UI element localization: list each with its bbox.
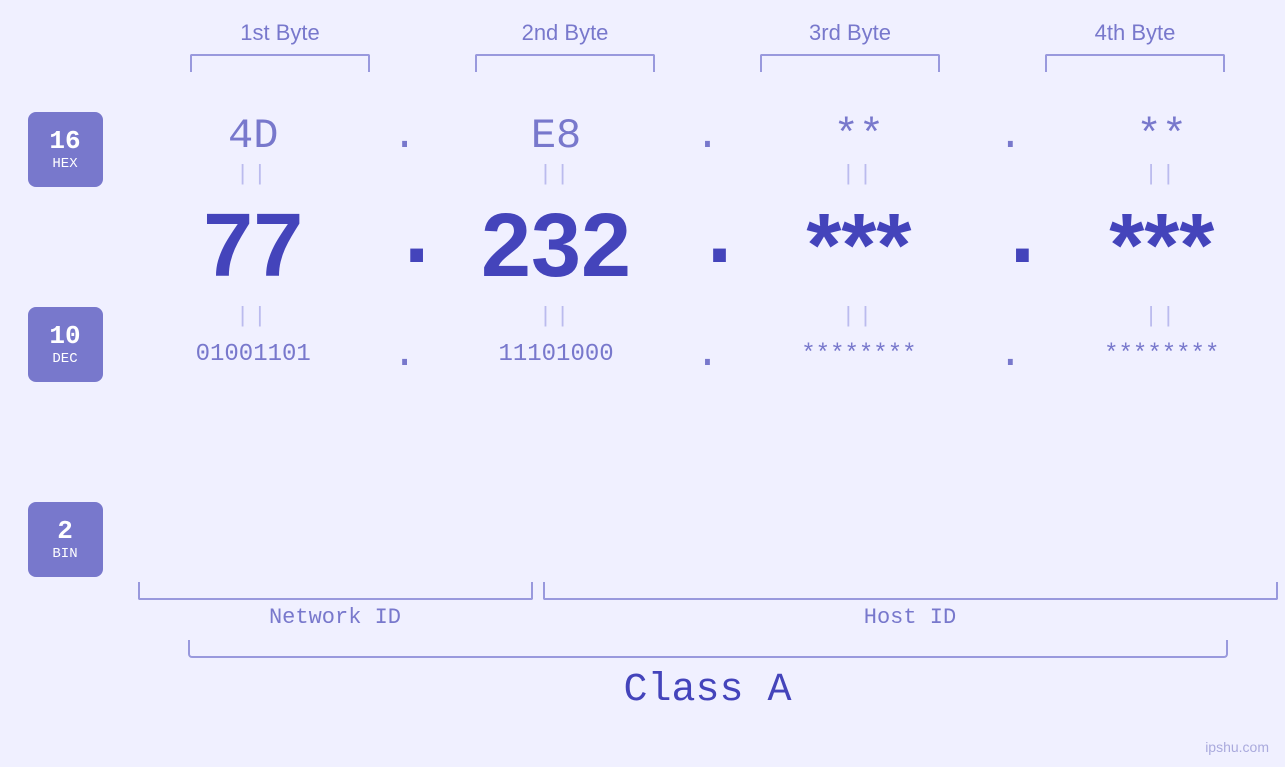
- sep-2-4: ||: [1052, 304, 1272, 329]
- byte-header-1: 1st Byte: [170, 20, 390, 46]
- bin-cell-1: 01001101: [143, 341, 363, 368]
- bin-badge: 2 BIN: [28, 502, 103, 577]
- class-label: Class A: [138, 668, 1278, 713]
- bracket-2: [475, 54, 655, 72]
- network-bracket: [138, 582, 533, 600]
- bin-badge-label: BIN: [52, 546, 77, 562]
- labels-column: 16 HEX 10 DEC 2 BIN: [0, 102, 130, 577]
- hex-badge-label: HEX: [52, 156, 77, 172]
- bin-value-1: 01001101: [196, 341, 311, 368]
- dot-dec-2: .: [692, 188, 722, 298]
- top-brackets: [138, 54, 1278, 72]
- bin-value-4: ********: [1104, 341, 1219, 368]
- sep-1-4: ||: [1052, 162, 1272, 187]
- sep-1-1: ||: [143, 162, 363, 187]
- dec-cell-1: 77: [143, 195, 363, 298]
- dec-value-2: 232: [481, 196, 631, 296]
- bin-cell-3: ********: [749, 341, 969, 368]
- dot-bin-2: .: [692, 330, 722, 378]
- dot-dec-1: .: [390, 188, 420, 298]
- dot-bin-1: .: [390, 330, 420, 378]
- dec-badge-number: 10: [49, 322, 80, 351]
- sep-1-2: ||: [446, 162, 666, 187]
- dec-cell-2: 232: [446, 195, 666, 298]
- hex-cell-4: **: [1052, 112, 1272, 160]
- byte-headers-row: 1st Byte 2nd Byte 3rd Byte 4th Byte: [138, 20, 1278, 46]
- bin-badge-number: 2: [57, 517, 73, 546]
- hex-cell-1: 4D: [143, 112, 363, 160]
- bracket-4: [1045, 54, 1225, 72]
- bin-cell-4: ********: [1052, 341, 1272, 368]
- full-bottom-bracket: [188, 640, 1228, 658]
- dec-badge: 10 DEC: [28, 307, 103, 382]
- hex-value-4: **: [1137, 112, 1187, 160]
- dec-cell-3: ***: [749, 195, 969, 298]
- hex-value-1: 4D: [228, 112, 278, 160]
- dot-bin-3: .: [995, 330, 1025, 378]
- host-id-label: Host ID: [543, 605, 1278, 630]
- byte-header-4: 4th Byte: [1025, 20, 1245, 46]
- dec-value-4: ***: [1109, 196, 1214, 296]
- network-id-label: Network ID: [138, 605, 533, 630]
- sep-2-1: ||: [143, 304, 363, 329]
- bottom-brackets: [138, 582, 1278, 600]
- sep-1-3: ||: [749, 162, 969, 187]
- sep-2-2: ||: [446, 304, 666, 329]
- hex-cell-3: **: [749, 112, 969, 160]
- byte-header-2: 2nd Byte: [455, 20, 675, 46]
- dot-hex-1: .: [390, 112, 420, 160]
- bin-value-3: ********: [801, 341, 916, 368]
- dec-value-1: 77: [203, 196, 303, 296]
- dot-dec-3: .: [995, 188, 1025, 298]
- byte-header-3: 3rd Byte: [740, 20, 960, 46]
- bracket-3: [760, 54, 940, 72]
- bytes-grid: 4D . E8 . ** . ** || ||: [130, 102, 1285, 577]
- host-bracket: [543, 582, 1278, 600]
- bin-cell-2: 11101000: [446, 341, 666, 368]
- dec-cell-4: ***: [1052, 195, 1272, 298]
- main-container: 1st Byte 2nd Byte 3rd Byte 4th Byte 16 H…: [0, 0, 1285, 767]
- hex-badge: 16 HEX: [28, 112, 103, 187]
- main-content: 16 HEX 10 DEC 2 BIN 4D . E8: [0, 102, 1285, 577]
- sep-2-3: ||: [749, 304, 969, 329]
- bracket-1: [190, 54, 370, 72]
- bin-row: 01001101 . 11101000 . ******** . *******…: [130, 330, 1285, 388]
- dot-hex-2: .: [692, 112, 722, 160]
- bottom-labels: Network ID Host ID: [138, 605, 1278, 630]
- sep-row-1: || || || ||: [130, 160, 1285, 188]
- hex-row: 4D . E8 . ** . **: [130, 102, 1285, 160]
- hex-badge-number: 16: [49, 127, 80, 156]
- dec-row: 77 . 232 . *** . ***: [130, 188, 1285, 298]
- watermark: ipshu.com: [1205, 739, 1269, 755]
- dec-value-3: ***: [806, 196, 911, 296]
- hex-value-2: E8: [531, 112, 581, 160]
- hex-cell-2: E8: [446, 112, 666, 160]
- sep-row-2: || || || ||: [130, 302, 1285, 330]
- bin-value-2: 11101000: [498, 341, 613, 368]
- dec-badge-label: DEC: [52, 351, 77, 367]
- hex-value-3: **: [834, 112, 884, 160]
- dot-hex-3: .: [995, 112, 1025, 160]
